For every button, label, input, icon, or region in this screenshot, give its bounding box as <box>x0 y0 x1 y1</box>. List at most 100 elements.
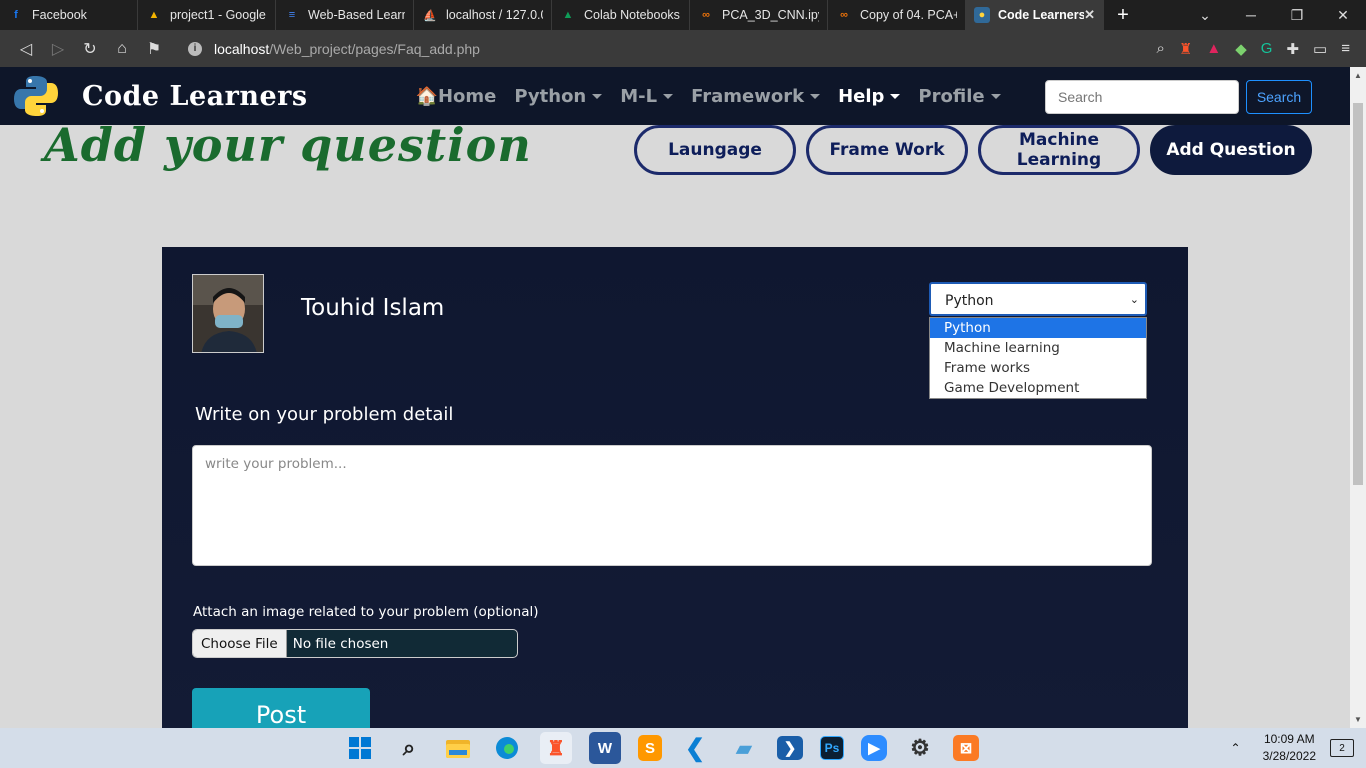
brave-icon[interactable]: ♜ <box>540 732 572 764</box>
tab-list: f Facebook ▲ project1 - Google D ≡ Web-Based … <box>0 0 966 30</box>
notification-icon[interactable]: 2 <box>1330 739 1354 757</box>
caret-down-icon <box>990 93 1001 99</box>
reload-icon[interactable]: ↻ <box>74 39 106 59</box>
new-tab-button[interactable]: + <box>1108 0 1138 30</box>
brave-shields-icon[interactable]: ♜ <box>1179 40 1192 58</box>
browser-tab[interactable]: ⛵ localhost / 127.0.0. <box>414 0 552 30</box>
category-option[interactable]: Game Development <box>930 378 1146 398</box>
nav-item[interactable]: M-L <box>620 86 674 107</box>
file-status: No file chosen <box>292 635 389 652</box>
nav-item-label: 🏠Home <box>415 85 497 107</box>
chevron-up-icon[interactable]: ⌃ <box>1231 741 1241 755</box>
photoshop-icon[interactable]: Ps <box>820 736 844 760</box>
question-form-card: Touhid Islam Python ⌄ Python Machine lear… <box>162 247 1188 736</box>
language-button[interactable]: Laungage <box>634 125 796 175</box>
scrollbar-thumb[interactable] <box>1353 103 1363 485</box>
search-button[interactable]: Search <box>1246 80 1312 114</box>
browser-tab[interactable]: ∞ PCA_3D_CNN.ipynb <box>690 0 828 30</box>
word-icon[interactable]: W <box>589 732 621 764</box>
nav-item[interactable]: Python <box>514 85 603 107</box>
nav-item-label: Help <box>838 85 885 107</box>
search-input[interactable] <box>1045 80 1239 114</box>
problem-textarea[interactable]: write your problem... <box>192 445 1152 566</box>
settings-icon[interactable]: ⚙ <box>904 732 936 764</box>
close-tab-icon[interactable]: ✕ <box>1084 7 1095 23</box>
window-controls: ⌄ ─ ❐ ✕ <box>1182 7 1366 24</box>
machine-learning-button[interactable]: Machine Learning <box>978 125 1140 175</box>
clock[interactable]: 10:09 AM 3/28/2022 <box>1263 731 1316 765</box>
nav-item[interactable]: 🏠Home <box>416 86 497 107</box>
nav-item-label: Framework <box>691 85 805 107</box>
category-option[interactable]: Python <box>930 318 1146 338</box>
url-host: localhost <box>214 40 270 57</box>
category-select[interactable]: Python ⌄ <box>929 282 1147 316</box>
tab-search-icon[interactable]: ⌄ <box>1182 7 1228 24</box>
browser-tab[interactable]: ≡ Web-Based Learnin <box>276 0 414 30</box>
minimize-icon[interactable]: ─ <box>1228 7 1274 24</box>
notepad-icon[interactable]: ▰ <box>728 732 760 764</box>
close-window-icon[interactable]: ✕ <box>1320 7 1366 24</box>
nav-item[interactable]: Help <box>838 85 901 107</box>
file-explorer-icon[interactable] <box>442 732 474 764</box>
scroll-up-icon[interactable]: ▲ <box>1354 71 1362 80</box>
category-option[interactable]: Machine learning <box>930 338 1146 358</box>
browser-tab[interactable]: ∞ Copy of 04. PCA+M <box>828 0 966 30</box>
restore-icon[interactable]: ❐ <box>1274 7 1320 24</box>
extension-icon[interactable]: ◆ <box>1235 40 1247 58</box>
brand-name[interactable]: Code Learners <box>82 81 308 112</box>
brave-rewards-icon[interactable]: ▲ <box>1206 40 1221 57</box>
category-selected-value: Python <box>945 293 994 309</box>
google-docs-icon: ≡ <box>288 9 296 21</box>
system-tray: ⌃ 10:09 AM 3/28/2022 2 <box>1231 728 1366 768</box>
clock-time: 10:09 AM <box>1263 732 1315 746</box>
home-icon[interactable]: ⌂ <box>106 40 138 58</box>
tab-code-learners[interactable]: ● Code Learners ✕ <box>966 0 1104 30</box>
tab-title: PCA_3D_CNN.ipynb <box>722 8 819 22</box>
sublime-text-icon[interactable]: S <box>638 735 662 761</box>
url-field[interactable]: i localhost/Web_project/pages/Faq_add.ph… <box>180 35 1147 63</box>
browser-tab[interactable]: f Facebook <box>0 0 138 30</box>
vscode-icon[interactable]: ❮ <box>679 732 711 764</box>
tab-title: Copy of 04. PCA+M <box>860 8 957 22</box>
site-info-icon[interactable]: i <box>188 41 202 56</box>
powershell-icon[interactable]: ❯ <box>777 736 803 760</box>
wallet-icon[interactable]: ▭ <box>1313 40 1327 58</box>
python-logo-icon[interactable] <box>12 72 60 120</box>
scroll-down-icon[interactable]: ▼ <box>1354 715 1362 724</box>
bookmark-icon[interactable]: ⚑ <box>138 39 170 59</box>
taskbar-apps: ⌕ ♜ W S ❮ ▰ ❯ Ps ▶ ⚙ ⊠ <box>344 728 979 768</box>
add-question-button[interactable]: Add Question <box>1150 125 1312 175</box>
category-dropdown: Python Machine learning Frame works Game De… <box>929 317 1147 399</box>
site-navbar: Code Learners 🏠Home Python M-L Framework Hel… <box>0 67 1350 125</box>
page-scrollbar[interactable]: ▲ ▼ <box>1350 67 1366 728</box>
search-icon[interactable]: ⌕ <box>393 732 425 764</box>
menu-icon[interactable]: ≡ <box>1341 40 1350 57</box>
back-icon[interactable]: ◁ <box>10 39 42 59</box>
nav-item-label: Python <box>514 85 587 107</box>
nav-item[interactable]: Framework <box>691 85 821 107</box>
extensions-puzzle-icon[interactable]: ✚ <box>1286 40 1299 58</box>
forward-icon[interactable]: ▷ <box>42 39 74 59</box>
category-option[interactable]: Frame works <box>930 358 1146 378</box>
edge-icon[interactable] <box>491 732 523 764</box>
nav-item-label: Profile <box>918 85 985 107</box>
tab-title: Web-Based Learnin <box>308 8 405 22</box>
choose-file-button[interactable]: Choose File <box>193 630 287 657</box>
nav-item[interactable]: Profile <box>918 85 1001 107</box>
xampp-icon[interactable]: ⊠ <box>953 735 979 761</box>
file-input[interactable]: Choose File No file chosen <box>192 629 518 658</box>
browser-tab[interactable]: ▲ Colab Notebooks - <box>552 0 690 30</box>
framework-button[interactable]: Frame Work <box>806 125 968 175</box>
browser-tab[interactable]: ▲ project1 - Google D <box>138 0 276 30</box>
zoom-icon[interactable]: ⌕ <box>1157 40 1165 57</box>
google-drive-icon: ▲ <box>148 9 160 21</box>
main-menu: 🏠Home Python M-L Framework Help Profile <box>416 86 1001 107</box>
url-path: /Web_project/pages/Faq_add.php <box>269 40 480 57</box>
grammarly-icon[interactable]: G <box>1261 40 1273 57</box>
user-name: Touhid Islam <box>301 295 445 321</box>
tab-title: Colab Notebooks - <box>584 8 681 22</box>
windows-start-icon[interactable] <box>344 732 376 764</box>
user-photo <box>193 275 263 352</box>
zoom-icon[interactable]: ▶ <box>861 735 887 761</box>
caret-down-icon <box>890 93 901 99</box>
